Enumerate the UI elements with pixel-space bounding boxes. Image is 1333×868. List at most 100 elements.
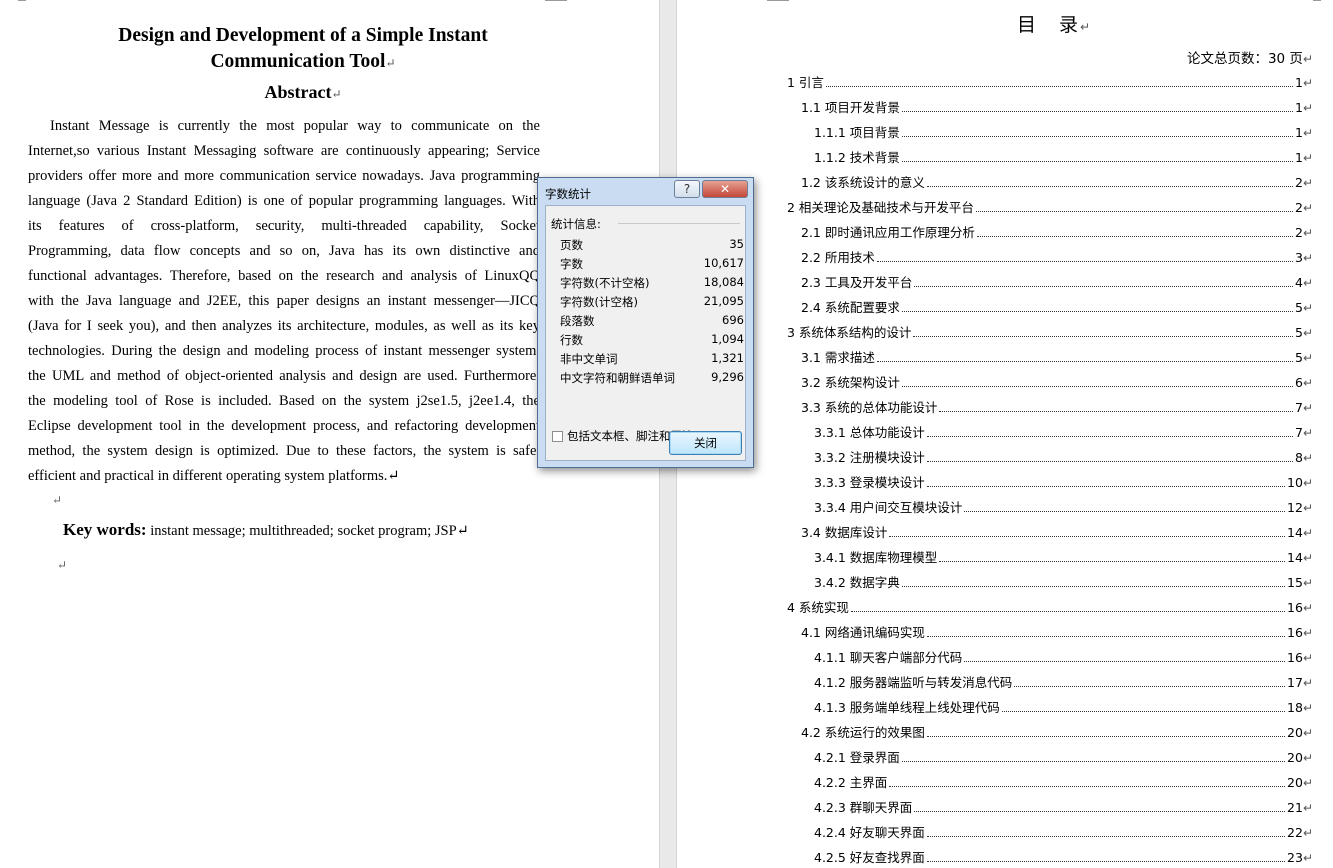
abstract-line: (Java for I seek you), and then analyzes…	[28, 318, 540, 334]
stat-label: 段落数	[560, 314, 595, 328]
close-icon[interactable]: ✕	[702, 180, 748, 198]
abstract-line: Programming, data flow concepts and so o…	[28, 243, 540, 259]
stat-label: 字符数(计空格)	[560, 295, 638, 309]
toc-entry[interactable]: 3.4 数据库设计 14 ↵	[801, 522, 1313, 542]
toc-entry[interactable]: 4 系统实现 16 ↵	[787, 597, 1313, 617]
stat-row: 非中文单词 1,321	[560, 351, 744, 370]
include-textboxes-checkbox[interactable]	[552, 430, 563, 442]
toc-entry[interactable]: 4.2 系统运行的效果图 20 ↵	[801, 722, 1313, 742]
abstract-line: the modeling tool of Rose is included. B…	[28, 393, 540, 409]
stat-value: 1,321	[711, 351, 744, 365]
toc-leader-dots	[964, 511, 1286, 512]
stat-label: 非中文单词	[560, 352, 618, 366]
keywords-label: Key words:	[63, 520, 147, 539]
paragraph-mark: ↵	[1302, 251, 1313, 265]
toc-leader-dots	[889, 536, 1286, 537]
toc-entry[interactable]: 4.2.4 好友聊天界面 22 ↵	[814, 822, 1313, 842]
toc-entry-title: 3 系统体系结构的设计	[787, 325, 912, 340]
paragraph-mark: ↵	[1302, 201, 1313, 215]
toc-entry[interactable]: 3 系统体系结构的设计 5 ↵	[787, 322, 1313, 342]
paper-title-line-1: Design and Development of a Simple Insta…	[118, 25, 488, 46]
toc-page-number: 4	[1294, 275, 1303, 290]
toc-entry[interactable]: 1 引言 1 ↵	[787, 72, 1313, 92]
toc-page-number: 16	[1287, 600, 1303, 615]
paragraph-mark: ↵	[1302, 776, 1313, 790]
toc-entry-title: 1.1.2 技术背景	[814, 150, 900, 165]
toc-page-number: 10	[1287, 475, 1303, 490]
toc-entry[interactable]: 1.1.1 项目背景 1 ↵	[814, 122, 1313, 142]
toc-entry[interactable]: 3.3.1 总体功能设计 7 ↵	[814, 422, 1313, 442]
paragraph-mark: ↵	[1302, 801, 1313, 815]
paragraph-mark: ↵	[1302, 126, 1313, 140]
toc-entry[interactable]: 3.3 系统的总体功能设计 7 ↵	[801, 397, 1313, 417]
toc-entry-title: 3.1 需求描述	[801, 350, 875, 365]
word-count-dialog[interactable]: 字数统计 ? ✕ 统计信息: 页数 35 字数 10,617 字符数(不计空格) 18,0…	[537, 177, 754, 468]
paragraph-mark: ↵	[1302, 851, 1313, 865]
toc-entry[interactable]: 2 相关理论及基础技术与开发平台 2 ↵	[787, 197, 1313, 217]
toc-page-number: 2	[1294, 225, 1303, 240]
empty-paragraph-mark: ↵	[57, 558, 68, 572]
paragraph-mark: ↵	[1302, 526, 1313, 540]
toc-entry-title: 4.2.4 好友聊天界面	[814, 825, 925, 840]
abstract-line: language (Java 2 Standard Edition) is on…	[28, 193, 540, 209]
toc-entry[interactable]: 3.3.4 用户间交互模块设计 12 ↵	[814, 497, 1313, 517]
toc-leader-dots	[901, 111, 1293, 112]
toc-entry[interactable]: 4.1.3 服务端单线程上线处理代码 18 ↵	[814, 697, 1313, 717]
toc-leader-dots	[926, 461, 1293, 462]
toc-page-number: 21	[1287, 800, 1303, 815]
toc-leader-dots	[926, 436, 1293, 437]
toc-entry[interactable]: 4.1 网络通讯编码实现 16 ↵	[801, 622, 1313, 642]
empty-paragraph-mark: ↵	[52, 493, 63, 507]
toc-entry-title: 4.1.3 服务端单线程上线处理代码	[814, 700, 1000, 715]
toc-entry-title: 1.2 该系统设计的意义	[801, 175, 925, 190]
paragraph-mark: ↵	[1302, 726, 1313, 740]
close-button[interactable]: 关闭	[669, 431, 742, 455]
toc-entry[interactable]: 2.4 系统配置要求 5 ↵	[801, 297, 1313, 317]
toc-entry-title: 2.4 系统配置要求	[801, 300, 900, 315]
toc-leader-dots	[850, 611, 1286, 612]
toc-entry[interactable]: 3.3.2 注册模块设计 8 ↵	[814, 447, 1313, 467]
toc-leader-dots	[976, 236, 1293, 237]
toc-entry[interactable]: 3.4.1 数据库物理模型 14 ↵	[814, 547, 1313, 567]
toc-entry[interactable]: 4.2.1 登录界面 20 ↵	[814, 747, 1313, 767]
stat-value: 21,095	[703, 294, 744, 308]
toc-entry[interactable]: 2.2 所用技术 3 ↵	[801, 247, 1313, 267]
toc-page-number: 20	[1287, 750, 1303, 765]
toc-entry[interactable]: 4.1.2 服务器端监听与转发消息代码 17 ↵	[814, 672, 1313, 692]
toc-entry[interactable]: 3.2 系统架构设计 6 ↵	[801, 372, 1313, 392]
toc-entry-title: 3.3.4 用户间交互模块设计	[814, 500, 963, 515]
toc-page-number: 16	[1287, 625, 1303, 640]
toc-entry[interactable]: 2.1 即时通讯应用工作原理分析 2 ↵	[801, 222, 1313, 242]
document-page-right[interactable]: 目 录↵ 论文总页数：30 页↵ 1 引言 1 ↵ 1.1 项目开发背景 1 ↵ 1.1.1…	[677, 0, 1333, 868]
stat-value: 35	[729, 237, 744, 251]
paragraph-mark: ↵	[1302, 676, 1313, 690]
toc-leader-dots	[914, 811, 1286, 812]
toc-entry[interactable]: 3.3.3 登录模块设计 10 ↵	[814, 472, 1313, 492]
toc-entry[interactable]: 4.2.5 好友查找界面 23 ↵	[814, 847, 1313, 867]
toc-entry[interactable]: 1.2 该系统设计的意义 2 ↵	[801, 172, 1313, 192]
toc-entry[interactable]: 4.1.1 聊天客户端部分代码 16 ↵	[814, 647, 1313, 667]
paragraph-mark: ↵	[1302, 176, 1313, 190]
toc-page-number: 2	[1294, 200, 1303, 215]
toc-entry[interactable]: 1.1.2 技术背景 1 ↵	[814, 147, 1313, 167]
stat-label: 页数	[560, 238, 583, 252]
toc-page-number: 20	[1287, 725, 1303, 740]
toc-entry-title: 4.1.1 聊天客户端部分代码	[814, 650, 963, 665]
toc-entry-title: 3.4.2 数据字典	[814, 575, 900, 590]
abstract-line: Internet,so various Instant Messaging so…	[28, 143, 540, 159]
toc-leader-dots	[901, 386, 1293, 387]
toc-entry[interactable]: 4.2.3 群聊天界面 21 ↵	[814, 797, 1313, 817]
paragraph-mark: ↵	[1302, 351, 1313, 365]
toc-entry-title: 3.2 系统架构设计	[801, 375, 900, 390]
stat-row: 字符数(计空格) 21,095	[560, 294, 744, 313]
toc-entry[interactable]: 3.4.2 数据字典 15 ↵	[814, 572, 1313, 592]
toc-leader-dots	[901, 161, 1293, 162]
toc-entry[interactable]: 4.2.2 主界面 20 ↵	[814, 772, 1313, 792]
help-button[interactable]: ?	[674, 180, 700, 198]
toc-entry-title: 4.1 网络通讯编码实现	[801, 625, 925, 640]
toc-entry[interactable]: 1.1 项目开发背景 1 ↵	[801, 97, 1313, 117]
toc-entry[interactable]: 3.1 需求描述 5 ↵	[801, 347, 1313, 367]
toc-entry[interactable]: 2.3 工具及开发平台 4 ↵	[801, 272, 1313, 292]
paper-title-line-2: Communication Tool↵	[210, 51, 396, 72]
stat-value: 9,296	[711, 370, 744, 384]
